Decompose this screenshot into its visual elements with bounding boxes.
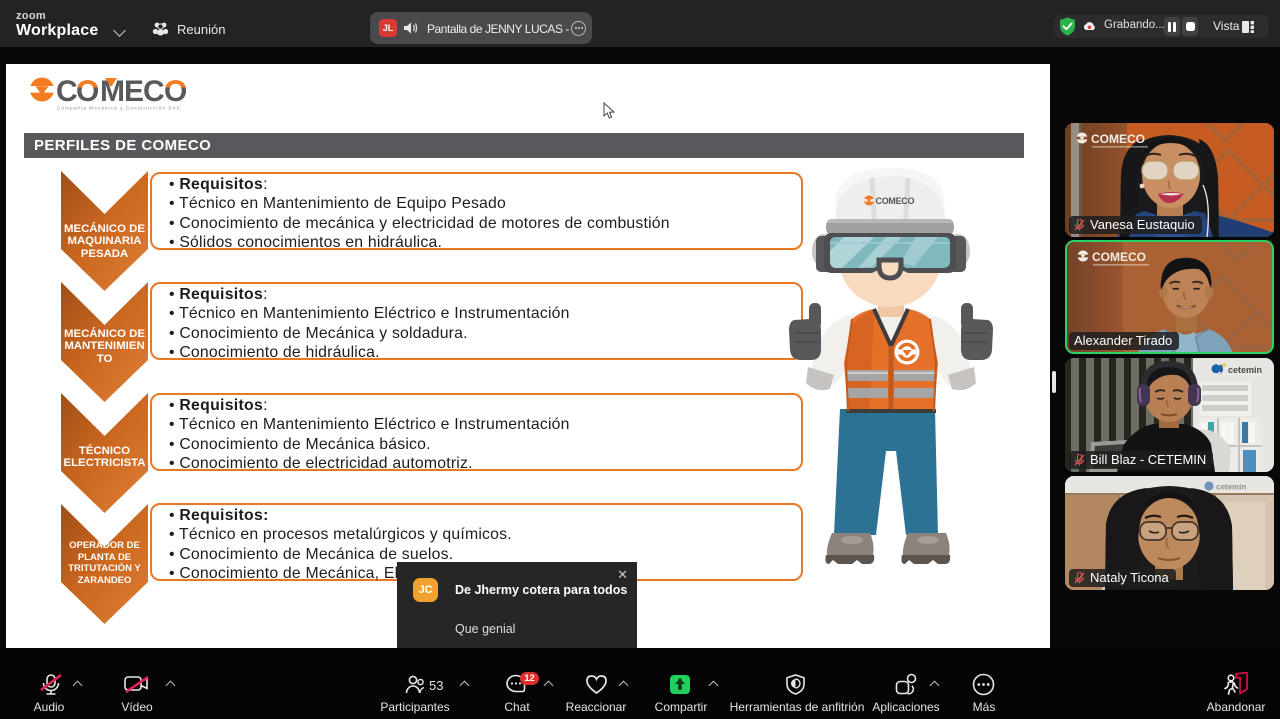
svg-text:cetemin: cetemin xyxy=(1228,365,1262,375)
svg-text:cetemin: cetemin xyxy=(1216,483,1246,492)
svg-text:C: C xyxy=(56,76,78,108)
svg-text:C: C xyxy=(143,76,165,108)
svg-text:COMECO: COMECO xyxy=(876,196,915,206)
svg-text:COMECO: COMECO xyxy=(1091,132,1145,146)
svg-text:E: E xyxy=(124,76,144,108)
svg-text:COMECO: COMECO xyxy=(1092,250,1146,264)
svg-text:Compañía Mecánica y Construcci: Compañía Mecánica y Construcción SAC xyxy=(57,106,181,111)
